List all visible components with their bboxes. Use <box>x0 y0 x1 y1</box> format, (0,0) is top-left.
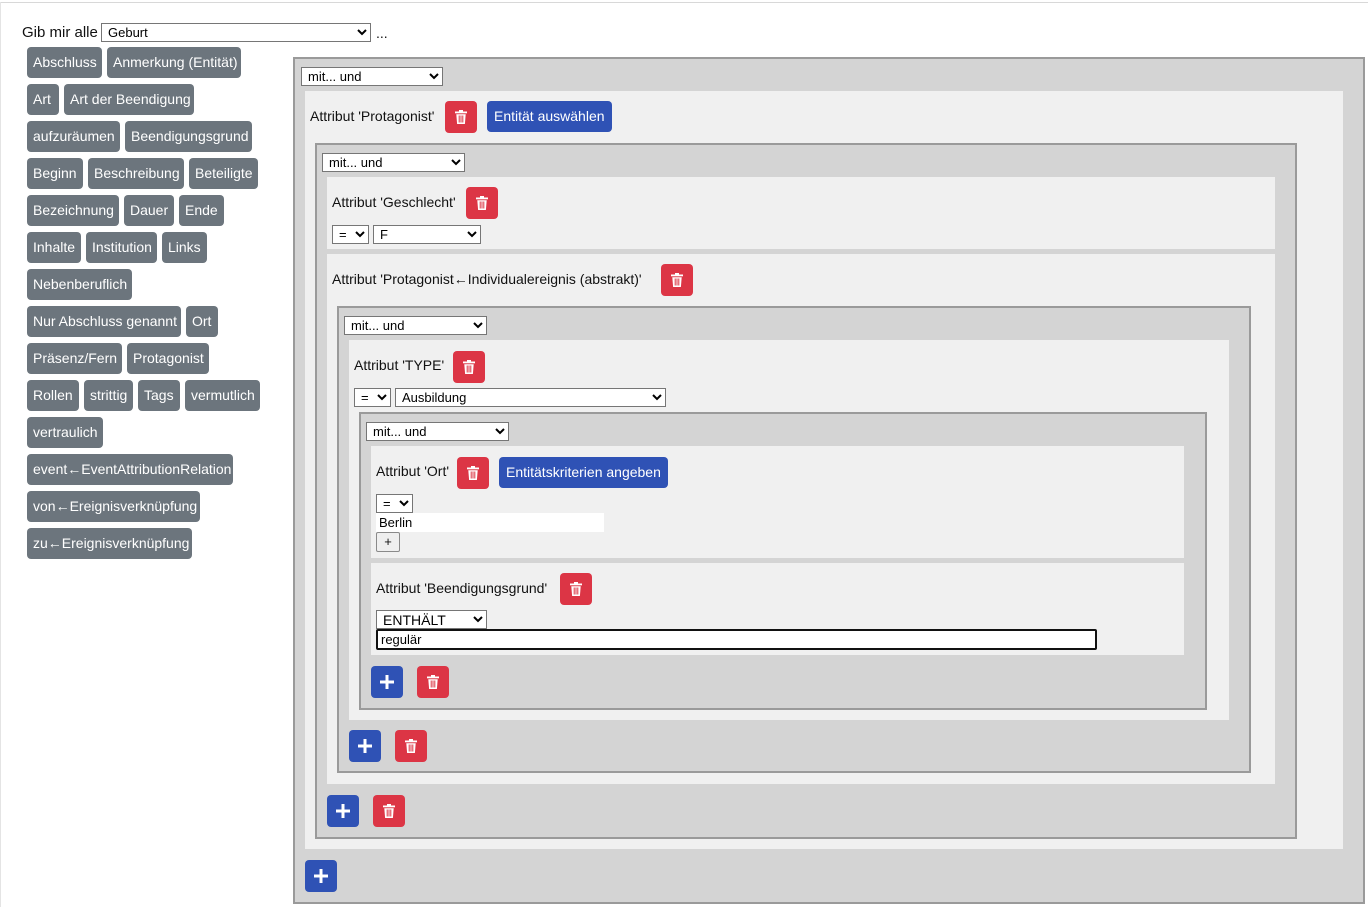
add-criterion-button[interactable] <box>349 730 381 762</box>
add-criterion-button[interactable] <box>327 795 359 827</box>
top-rule <box>0 2 1368 3</box>
geschlecht-label: Attribut 'Geschlecht' <box>332 194 456 210</box>
left-rule <box>0 2 1 907</box>
add-criterion-button[interactable] <box>305 860 337 892</box>
delete-type-button[interactable] <box>453 351 485 383</box>
type-value-select[interactable]: Ausbildung <box>395 388 666 407</box>
attribute-chip[interactable]: Beendigungsgrund <box>125 121 252 152</box>
ort-value-input[interactable] <box>376 513 604 532</box>
plus-icon <box>358 739 372 753</box>
delete-individualereignis-button[interactable] <box>661 264 693 296</box>
attribute-chip[interactable]: von←Ereignisverknüpfung <box>27 491 200 522</box>
attribute-chip[interactable]: Protagonist <box>127 343 209 374</box>
query-prefix: Gib mir alle <box>22 24 98 41</box>
beendigungsgrund-operator-select[interactable]: ENTHÄLT <box>376 610 487 629</box>
individualereignis-mode-select[interactable]: mit... und <box>344 316 487 335</box>
attribute-chip[interactable]: Beteiligte <box>189 158 258 189</box>
trash-icon <box>427 675 439 689</box>
beendigungsgrund-label: Attribut 'Beendigungsgrund' <box>376 580 548 596</box>
attribute-chip[interactable]: Dauer <box>124 195 174 226</box>
delete-geschlecht-button[interactable] <box>466 187 498 219</box>
attribute-chip[interactable]: Tags <box>138 380 180 411</box>
plus-icon <box>314 869 328 883</box>
attribute-chip[interactable]: Nebenberuflich <box>27 269 132 300</box>
attribute-chip[interactable]: vermutlich <box>185 380 260 411</box>
trash-icon <box>671 273 683 287</box>
query-suffix: ... <box>376 25 388 41</box>
attribute-chip[interactable]: Nur Abschluss genannt <box>27 306 181 337</box>
attribute-chip[interactable]: Links <box>162 232 207 263</box>
protagonist-mode-select[interactable]: mit... und <box>322 153 465 172</box>
attribute-chip[interactable]: Ort <box>186 306 218 337</box>
attribute-chip[interactable]: Art <box>27 84 59 115</box>
attribute-chip[interactable]: Art der Beendigung <box>64 84 194 115</box>
delete-group-button[interactable] <box>373 795 405 827</box>
trash-icon <box>570 582 582 596</box>
type-mode-select[interactable]: mit... und <box>366 422 509 441</box>
attribute-chip[interactable]: Institution <box>86 232 157 263</box>
select-entity-button[interactable]: Entität auswählen <box>487 101 612 132</box>
ort-operator-select[interactable]: = <box>376 494 413 513</box>
delete-protagonist-button[interactable] <box>445 101 477 133</box>
attribute-chip[interactable]: zu←Ereignisverknüpfung <box>27 528 192 559</box>
plus-icon <box>380 675 394 689</box>
entity-criteria-button[interactable]: Entitätskriterien angeben <box>499 457 668 488</box>
attribute-chip[interactable]: aufzuräumen <box>27 121 120 152</box>
root-mode-select[interactable]: mit... und <box>301 67 443 86</box>
trash-icon <box>455 110 467 124</box>
add-criterion-button[interactable] <box>371 666 403 698</box>
delete-group-button[interactable] <box>395 730 427 762</box>
trash-icon <box>383 804 395 818</box>
protagonist-label: Attribut 'Protagonist' <box>310 108 435 124</box>
attribute-chip[interactable]: event←EventAttributionRelation <box>27 454 233 485</box>
delete-group-button[interactable] <box>417 666 449 698</box>
ort-label: Attribut 'Ort' <box>376 463 450 479</box>
attribute-chip[interactable]: Bezeichnung <box>27 195 119 226</box>
attribute-chip[interactable]: Inhalte <box>27 232 81 263</box>
trash-icon <box>467 466 479 480</box>
trash-icon <box>476 196 488 210</box>
trash-icon <box>405 739 417 753</box>
attribute-chip[interactable]: Ende <box>179 195 224 226</box>
geschlecht-operator-select[interactable]: = <box>332 225 369 244</box>
attribute-chip[interactable]: Anmerkung (Entität) <box>107 47 241 78</box>
type-label: Attribut 'TYPE' <box>354 357 445 373</box>
type-operator-select[interactable]: = <box>354 388 391 407</box>
plus-icon <box>336 804 350 818</box>
delete-ort-button[interactable] <box>457 457 489 489</box>
delete-beendigungsgrund-button[interactable] <box>560 573 592 605</box>
attribute-chip[interactable]: Rollen <box>27 380 79 411</box>
ort-panel <box>371 446 1184 558</box>
entity-type-select[interactable]: Geburt <box>101 23 371 42</box>
attribute-chip[interactable]: Abschluss <box>27 47 102 78</box>
individualereignis-label: Attribut 'Protagonist←Individualereignis… <box>332 271 642 287</box>
attribute-chip[interactable]: strittig <box>84 380 133 411</box>
attribute-chip[interactable]: Präsenz/Fern <box>27 343 122 374</box>
trash-icon <box>463 360 475 374</box>
ort-add-value-button[interactable]: + <box>376 532 400 552</box>
beendigungsgrund-value-input[interactable] <box>376 629 1097 650</box>
geschlecht-value-select[interactable]: F <box>373 225 481 244</box>
attribute-chip[interactable]: vertraulich <box>27 417 103 448</box>
attribute-chip[interactable]: Beginn <box>27 158 83 189</box>
attribute-chip[interactable]: Beschreibung <box>88 158 184 189</box>
